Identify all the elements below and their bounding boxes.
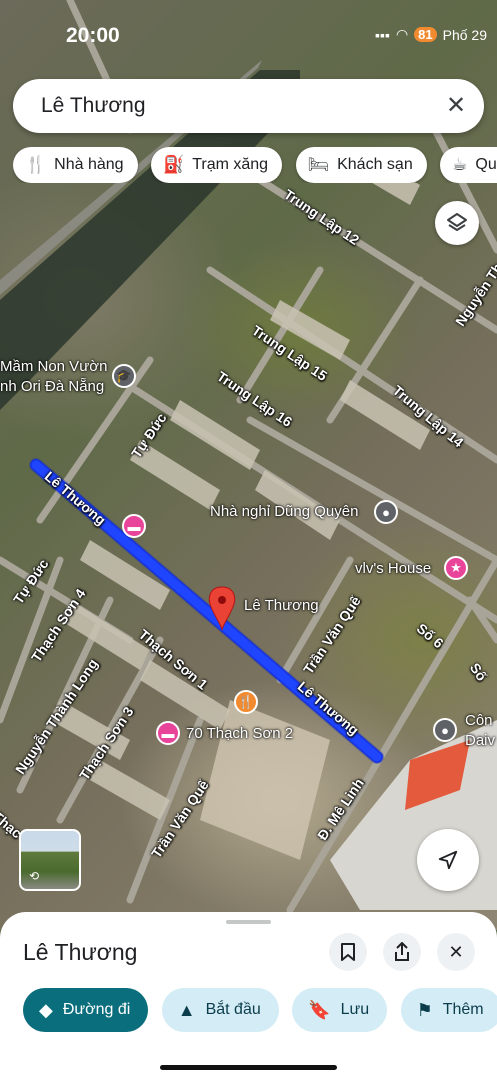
chip-label: Trạm xăng (192, 156, 269, 173)
chip-cafes[interactable]: ☕ Quán c (440, 147, 497, 183)
hotel-icon[interactable]: ★ (444, 556, 468, 580)
share-button[interactable] (383, 933, 421, 971)
bookmark-icon (341, 943, 355, 961)
wifi-icon: ◠ (395, 26, 409, 42)
hotel-icon[interactable]: ▬ (156, 721, 180, 745)
close-button[interactable]: ✕ (437, 933, 475, 971)
satellite-map[interactable]: Lê Thương Lê Thương Trung Lập 12 Trung L… (0, 0, 497, 930)
street-view-icon: ⟲ (29, 869, 40, 883)
my-location-button[interactable] (417, 829, 479, 891)
chip-label: Khách sạn (337, 156, 413, 173)
poi-label-school[interactable]: Mầm Non Vườn (0, 358, 107, 375)
navigation-arrow-icon (438, 850, 458, 870)
chip-restaurants[interactable]: 🍴 Nhà hàng (13, 147, 138, 183)
status-icons: ▪▪▪ ◠ 81 Phố 29 (375, 26, 487, 43)
pin-label: Lê Thương (244, 597, 319, 614)
map-canvas (0, 0, 497, 914)
action-label: Đường đi (62, 1001, 131, 1018)
chip-hotels[interactable]: 🛏 Khách sạn (295, 147, 427, 183)
maps-screen: Lê Thương Lê Thương Trung Lập 12 Trung L… (0, 0, 497, 1080)
poi-label-school[interactable]: nh Ori Đà Nẵng (0, 378, 104, 395)
chip-label: Nhà hàng (54, 156, 124, 173)
category-chips: 🍴 Nhà hàng ⛽ Trạm xăng 🛏 Khách sạn ☕ Quá… (13, 147, 497, 183)
flag-icon: ⚑ (416, 999, 433, 1020)
chip-gas-stations[interactable]: ⛽ Trạm xăng (151, 147, 283, 183)
action-label: Thêm (442, 1001, 484, 1018)
poi-label-guesthouse[interactable]: Nhà nghỉ Dũng Quyên (210, 503, 358, 520)
restaurant-icon[interactable]: 🍴 (234, 690, 258, 714)
poi-label-company[interactable]: Côn (465, 712, 493, 729)
place-bottom-sheet[interactable]: Lê Thương ✕ ◆ Đường đi ▲ Bắt đầu 🔖 Lưu ⚑… (0, 912, 497, 1080)
start-button[interactable]: ▲ Bắt đầu (161, 988, 279, 1032)
layers-icon (447, 213, 467, 231)
add-label-button[interactable]: ⚑ Thêm (400, 988, 497, 1032)
drag-handle[interactable] (226, 920, 271, 924)
action-label: Bắt đầu (205, 1001, 261, 1018)
school-icon[interactable]: 🎓 (112, 364, 136, 388)
place-title: Lê Thương (23, 939, 138, 965)
close-icon: ✕ (448, 941, 464, 962)
notification-badge: 81 (414, 27, 437, 42)
action-label: Lưu (340, 1001, 370, 1018)
layers-button[interactable] (435, 201, 479, 245)
search-bar[interactable]: Lê Thương ✕ (13, 79, 484, 133)
signal-icon: ▪▪▪ (375, 26, 390, 43)
chip-label: Quán c (475, 156, 497, 173)
restaurant-icon: 🍴 (25, 155, 47, 174)
navigation-arrow-icon: ▲ (177, 999, 196, 1020)
save-button[interactable] (329, 933, 367, 971)
close-icon[interactable]: ✕ (442, 92, 470, 120)
poi-label-thach-son-hotel[interactable]: 70 Thạch Sơn 2 (186, 725, 293, 742)
status-time: 20:00 (66, 24, 120, 47)
directions-icon: ◆ (39, 999, 53, 1020)
share-icon (395, 942, 409, 961)
status-bar: 20:00 ▪▪▪ ◠ 81 Phố 29 (0, 0, 497, 70)
poi-label-company[interactable]: Daiv (465, 732, 495, 749)
gas-station-icon: ⛽ (163, 155, 185, 174)
hotel-icon[interactable]: ▬ (122, 514, 146, 538)
bookmark-icon: 🔖 (308, 999, 331, 1020)
poi-label-vivs-house[interactable]: vlv's House (355, 560, 431, 577)
place-actions: ◆ Đường đi ▲ Bắt đầu 🔖 Lưu ⚑ Thêm (23, 988, 497, 1032)
weather-label: Phố 29 (442, 26, 487, 43)
home-indicator[interactable] (160, 1065, 337, 1070)
search-query[interactable]: Lê Thương (41, 94, 146, 118)
place-icon[interactable]: ● (374, 500, 398, 524)
hotel-icon: 🛏 (307, 155, 330, 174)
place-icon[interactable]: ● (433, 718, 457, 742)
cafe-icon: ☕ (452, 155, 468, 174)
street-view-thumbnail[interactable]: ⟲ (19, 829, 81, 891)
save-place-button[interactable]: 🔖 Lưu (292, 988, 388, 1032)
directions-button[interactable]: ◆ Đường đi (23, 988, 149, 1032)
